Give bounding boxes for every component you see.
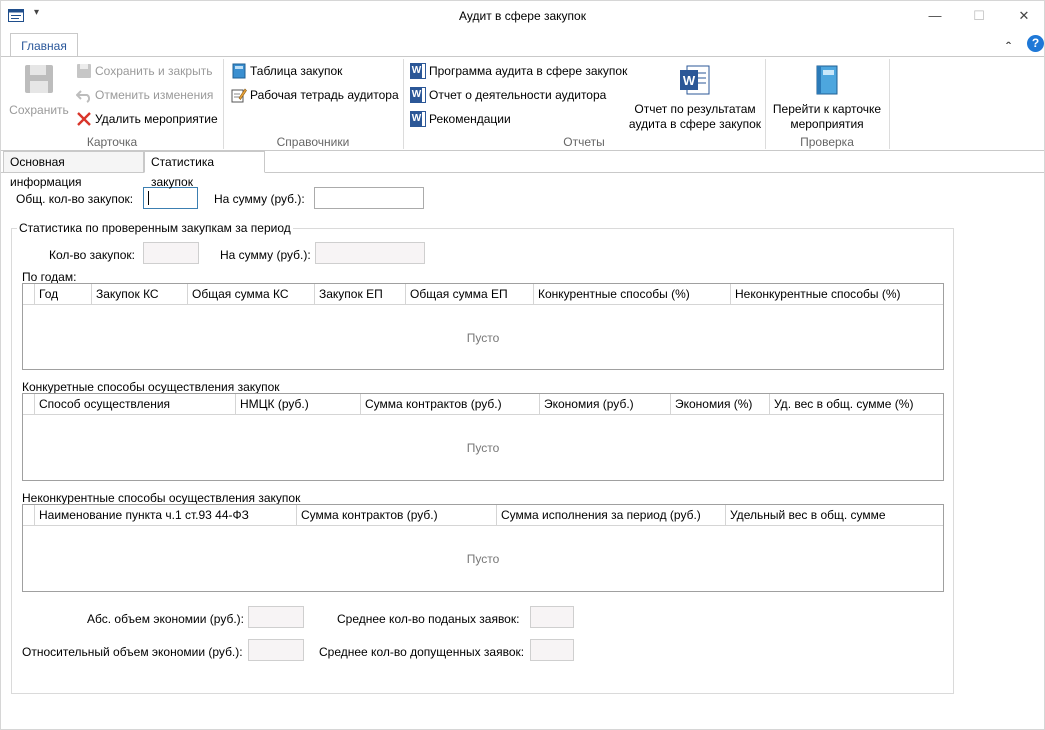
avg-submitted-label: Среднее кол-во поданых заявок: <box>337 612 520 626</box>
save-close-icon <box>77 63 91 78</box>
noncompetitive-grid[interactable]: Наименование пункта ч.1 ст.93 44-ФЗ Сумм… <box>22 504 944 592</box>
book-large-icon <box>816 65 838 95</box>
delete-event-button[interactable]: Удалить мероприятие <box>76 109 218 129</box>
word-icon: W <box>410 86 426 103</box>
period-stats-title: Статистика по проверенным закупкам за пе… <box>17 221 293 235</box>
group-label-check: Проверка <box>800 135 854 149</box>
auditor-report-label: Отчет о деятельности аудитора <box>429 88 607 102</box>
recommendations-button[interactable]: W Рекомендации <box>410 109 511 129</box>
grid-header: Наименование пункта ч.1 ст.93 44-ФЗ Сумм… <box>23 505 943 526</box>
competitive-label: Конкуретные способы осуществления закупо… <box>22 380 280 394</box>
cancel-changes-label: Отменить изменения <box>95 88 214 102</box>
sum-input[interactable] <box>315 242 425 264</box>
goto-event-card-label-1: Перейти к карточке <box>772 102 882 116</box>
column-header[interactable]: Экономия (%) <box>670 394 769 415</box>
ribbon-tab-home[interactable]: Главная <box>10 33 78 57</box>
column-header[interactable]: Год <box>34 284 91 305</box>
collapse-ribbon-icon[interactable]: ˆ <box>1006 39 1011 55</box>
column-header[interactable]: Закупок ЕП <box>314 284 405 305</box>
group-label-reports: Отчеты <box>563 135 605 149</box>
count-input[interactable] <box>143 242 199 264</box>
undo-icon <box>76 90 91 103</box>
column-header[interactable]: Уд. вес в общ. сумме (%) <box>769 394 943 415</box>
abs-savings-input[interactable] <box>248 606 304 628</box>
recommendations-label: Рекомендации <box>429 112 511 126</box>
avg-admitted-label: Среднее кол-во допущенных заявок: <box>319 645 525 659</box>
window-title: Аудит в сфере закупок <box>459 9 586 23</box>
total-count-label: Общ. кол-во закупок: <box>16 192 134 206</box>
total-sum-label: На сумму (руб.): <box>214 192 305 206</box>
results-report-label-2: аудита в сфере закупок <box>628 117 762 131</box>
book-icon <box>232 63 246 79</box>
word-large-icon: W <box>680 65 710 95</box>
column-header[interactable]: Общая сумма КС <box>187 284 314 305</box>
save-close-button[interactable]: Сохранить и закрыть <box>76 61 212 81</box>
avg-admitted-input[interactable] <box>530 639 574 661</box>
cancel-changes-button[interactable]: Отменить изменения <box>76 85 213 105</box>
column-header[interactable]: Закупок КС <box>91 284 187 305</box>
group-label-card: Карточка <box>86 135 138 149</box>
column-header[interactable]: Сумма контрактов (руб.) <box>296 505 496 526</box>
by-years-label: По годам: <box>22 270 77 284</box>
results-report-label-1: Отчет по результатам <box>634 102 756 116</box>
purchases-table-label: Таблица закупок <box>250 64 343 78</box>
tab-main-info[interactable]: Основная информация <box>3 151 144 189</box>
total-sum-input[interactable] <box>314 187 424 209</box>
main-window: ▾ Аудит в сфере закупок — ☐ ✕ Главная ˆ … <box>0 0 1045 730</box>
svg-text:W: W <box>683 73 696 88</box>
save-label: Сохранить <box>9 103 69 117</box>
auditor-workbook-button[interactable]: Рабочая тетрадь аудитора <box>231 85 399 105</box>
minimize-button[interactable]: — <box>912 1 958 31</box>
avg-submitted-input[interactable] <box>530 606 574 628</box>
save-icon <box>25 65 53 93</box>
notebook-pencil-icon <box>231 88 247 103</box>
auditor-report-button[interactable]: W Отчет о деятельности аудитора <box>410 85 606 105</box>
save-button[interactable]: Сохранить <box>7 63 71 118</box>
empty-placeholder: Пусто <box>466 331 500 345</box>
grid-header: Год Закупок КС Общая сумма КС Закупок ЕП… <box>23 284 943 305</box>
sum-label: На сумму (руб.): <box>220 248 311 262</box>
ribbon: Сохранить Сохранить и закрыть Отменить и… <box>1 56 1044 151</box>
maximize-button[interactable]: ☐ <box>956 1 1002 31</box>
audit-program-label: Программа аудита в сфере закупок <box>429 64 628 78</box>
noncompetitive-label: Неконкурентные способы осуществления зак… <box>22 491 301 505</box>
word-icon: W <box>410 62 426 79</box>
column-header[interactable]: Наименование пункта ч.1 ст.93 44-ФЗ <box>34 505 296 526</box>
column-header[interactable]: Способ осуществления <box>34 394 235 415</box>
column-header[interactable]: Сумма исполнения за период (руб.) <box>496 505 725 526</box>
word-icon: W <box>410 110 426 127</box>
empty-placeholder: Пусто <box>466 552 500 566</box>
rel-savings-input[interactable] <box>248 639 304 661</box>
competitive-grid[interactable]: Способ осуществления НМЦК (руб.) Сумма к… <box>22 393 944 481</box>
title-bar: ▾ Аудит в сфере закупок — ☐ ✕ <box>1 1 1044 31</box>
delete-event-label: Удалить мероприятие <box>95 112 218 126</box>
column-header[interactable]: Неконкурентные способы (%) <box>730 284 943 305</box>
column-header[interactable]: Конкурентные способы (%) <box>533 284 730 305</box>
goto-event-card-label-2: мероприятия <box>790 117 864 131</box>
save-close-label: Сохранить и закрыть <box>95 64 213 78</box>
purchases-table-button[interactable]: Таблица закупок <box>231 61 342 81</box>
text-caret <box>148 191 149 205</box>
empty-placeholder: Пусто <box>466 441 500 455</box>
column-header[interactable]: Экономия (руб.) <box>539 394 670 415</box>
grid-header: Способ осуществления НМЦК (руб.) Сумма к… <box>23 394 943 415</box>
auditor-workbook-label: Рабочая тетрадь аудитора <box>250 88 399 102</box>
rel-savings-label: Относительный объем экономии (руб.): <box>22 645 243 659</box>
column-header[interactable]: Сумма контрактов (руб.) <box>360 394 539 415</box>
close-button[interactable]: ✕ <box>1001 1 1045 31</box>
column-header[interactable]: Удельный вес в общ. сумме <box>725 505 943 526</box>
by-years-grid[interactable]: Год Закупок КС Общая сумма КС Закупок ЕП… <box>22 283 944 370</box>
tab-purchase-stats[interactable]: Статистика закупок <box>144 151 265 189</box>
audit-program-button[interactable]: W Программа аудита в сфере закупок <box>410 61 627 81</box>
goto-event-card-button[interactable]: Перейти к карточке мероприятия <box>767 65 887 132</box>
group-label-refs: Справочники <box>276 135 350 149</box>
results-report-button[interactable]: W Отчет по результатам аудита в сфере за… <box>627 65 763 132</box>
column-header[interactable]: НМЦК (руб.) <box>235 394 360 415</box>
delete-icon <box>77 111 91 126</box>
group-separator <box>889 59 890 149</box>
count-label: Кол-во закупок: <box>49 248 135 262</box>
help-icon[interactable]: ? <box>1027 35 1044 52</box>
abs-savings-label: Абс. объем экономии (руб.): <box>87 612 244 626</box>
column-header[interactable]: Общая сумма ЕП <box>405 284 533 305</box>
